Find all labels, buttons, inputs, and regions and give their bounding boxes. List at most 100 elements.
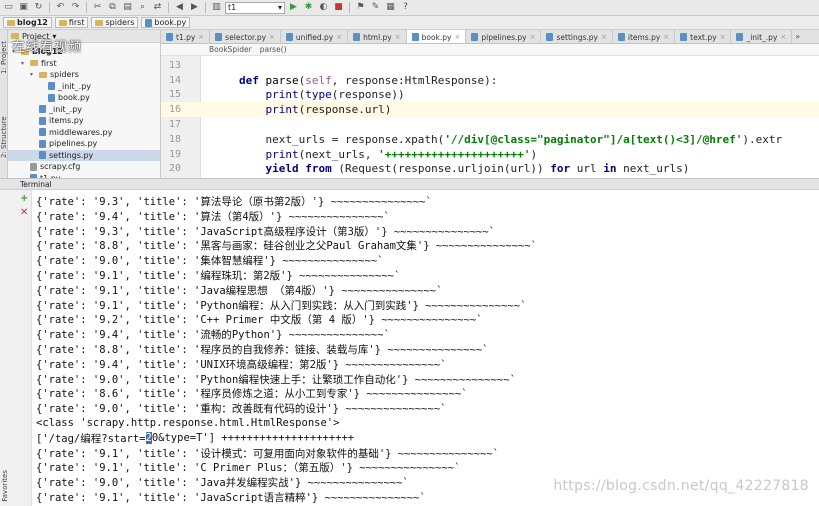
breadcrumb-item[interactable]: spiders [91, 17, 139, 28]
structure-icon[interactable]: ▦ [384, 2, 397, 14]
build-icon[interactable]: ▥ [210, 2, 223, 14]
open-folder-icon[interactable]: ▭ [2, 2, 15, 14]
terminal-sidebar: + ✕ Favorites [0, 190, 32, 506]
editor-tab[interactable]: book.py × [406, 30, 467, 43]
tree-item[interactable]: items.py [8, 115, 160, 127]
editor-tab[interactable]: t1.py × [161, 30, 211, 43]
close-tab-icon[interactable]: × [395, 33, 401, 41]
editor-tab[interactable]: unified.py × [281, 30, 349, 43]
terminal-line: {'rate': '9.4', 'title': '流畅的Python'} ~~… [36, 329, 390, 342]
tree-item[interactable]: ▾ spiders [8, 69, 160, 81]
tree-item[interactable]: book.py [8, 92, 160, 104]
vcs-icon[interactable]: ⚑ [354, 2, 367, 14]
sync-icon[interactable]: ↻ [32, 2, 45, 14]
tree-item[interactable]: settings.py [8, 149, 160, 161]
close-tab-icon[interactable]: × [720, 33, 726, 41]
debug-icon[interactable]: ✱ [302, 2, 315, 14]
code-line[interactable]: 13 [161, 58, 819, 73]
terminal-text: 0&type=T'] +++++++++++++++++++++ [151, 432, 355, 445]
terminal-line: {'rate': '9.1', 'title': '编程珠玑：第2版'} ~~~… [36, 269, 401, 282]
terminal-title[interactable]: Terminal [20, 180, 52, 189]
python-file-icon [48, 82, 55, 91]
editor-crumb[interactable]: parse() [260, 45, 287, 54]
stop-icon[interactable]: ■ [332, 2, 345, 14]
undo-icon[interactable]: ↶ [54, 2, 67, 14]
close-tab-icon[interactable]: × [454, 33, 460, 41]
help-icon[interactable]: ? [399, 2, 412, 14]
close-tab-icon[interactable]: × [663, 33, 669, 41]
editor-tab[interactable]: text.py × [675, 30, 732, 43]
tree-item[interactable]: scrapy.cfg [8, 161, 160, 173]
editor-tab[interactable]: selector.py × [210, 30, 281, 43]
tree-item-label: items.py [49, 116, 84, 126]
expand-caret-icon[interactable]: ▾ [21, 60, 27, 67]
tab-overflow-icon[interactable]: » [792, 30, 803, 43]
chevron-down-icon: ▾ [277, 3, 282, 12]
python-file-icon [353, 33, 361, 41]
terminal-output[interactable]: + ✕ Favorites https://blog.csdn.net/qq_4… [0, 190, 819, 506]
tree-item[interactable]: _init_.py [8, 81, 160, 93]
back-icon[interactable]: ◀ [173, 2, 186, 14]
run-icon[interactable]: ▶ [287, 2, 300, 14]
code-line[interactable]: 20 yield from (Request(response.urljoin(… [161, 162, 819, 177]
paste-icon[interactable]: ▤ [121, 2, 134, 14]
python-file-icon [617, 33, 625, 41]
code-line[interactable]: 18 next_urls = response.xpath('//div[@cl… [161, 132, 819, 147]
tree-item[interactable]: pipelines.py [8, 138, 160, 150]
python-file-icon [411, 33, 419, 41]
forward-icon[interactable]: ▶ [188, 2, 201, 14]
close-session-icon[interactable]: ✕ [20, 207, 28, 218]
code-line[interactable]: 17 [161, 117, 819, 132]
breadcrumb-item[interactable]: blog12 [3, 17, 52, 28]
structure-tool-tab[interactable]: 2: Structure [0, 110, 8, 158]
cut-icon[interactable]: ✂ [91, 2, 104, 14]
close-tab-icon[interactable]: × [530, 33, 536, 41]
breadcrumb-label: book.py [154, 18, 187, 27]
breadcrumb-item[interactable]: book.py [141, 17, 191, 28]
save-icon[interactable]: ▣ [17, 2, 30, 14]
toolbar-divider [168, 2, 169, 13]
folder-icon [39, 71, 47, 78]
coverage-icon[interactable]: ◐ [317, 2, 330, 14]
editor-tab[interactable]: settings.py × [541, 30, 613, 43]
code-line[interactable]: 14 def parse(self, response:HtmlResponse)… [161, 73, 819, 88]
breadcrumb-item[interactable]: first [54, 17, 89, 28]
favorites-tool-tab[interactable]: Favorites [1, 470, 9, 502]
python-file-icon [736, 33, 744, 41]
close-tab-icon[interactable]: × [269, 33, 275, 41]
tree-item[interactable]: ▾ first [8, 58, 160, 70]
settings-icon[interactable]: ✎ [369, 2, 382, 14]
replace-icon[interactable]: ⇄ [151, 2, 164, 14]
close-tab-icon[interactable]: × [780, 33, 786, 41]
code-line[interactable]: 16 print(response.url) [161, 102, 819, 118]
tree-item[interactable]: _init_.py [8, 104, 160, 116]
code-line[interactable]: 15 print(type(response)) [161, 88, 819, 103]
close-tab-icon[interactable]: × [601, 33, 607, 41]
editor-tab[interactable]: _init_.py × [731, 30, 793, 43]
new-session-icon[interactable]: + [20, 193, 28, 204]
line-number: 13 [168, 59, 181, 71]
editor-tab[interactable]: items.py × [613, 30, 676, 43]
run-config-select[interactable]: t1 ▾ [225, 1, 285, 14]
close-tab-icon[interactable]: × [336, 33, 342, 41]
close-tab-icon[interactable]: × [198, 33, 204, 41]
editor-tab-label: items.py [627, 32, 661, 42]
ide-window: ▭ ▣ ↻ ↶ ↷ ✂ ⧉ ▤ ⌕ ⇄ ◀ ▶ ▥ t1 ▾ ▶ ✱ ◐ ■ ⚑… [0, 0, 819, 506]
code-editor[interactable]: 13 14 def parse(self, response:HtmlRespons… [161, 56, 819, 178]
find-icon[interactable]: ⌕ [136, 2, 149, 14]
project-tool-tab[interactable]: 1: Project [0, 34, 8, 74]
breadcrumb-label: spiders [105, 18, 135, 27]
csdn-watermark: https://blog.csdn.net/qq_42227818 [553, 478, 809, 494]
expand-caret-icon[interactable]: ▾ [30, 71, 36, 78]
tree-item[interactable]: middlewares.py [8, 127, 160, 139]
editor-tab[interactable]: html.py × [348, 30, 407, 43]
redo-icon[interactable]: ↷ [69, 2, 82, 14]
code-line[interactable]: 19 print(next_urls, '+++++++++++++++++++… [161, 147, 819, 162]
copy-icon[interactable]: ⧉ [106, 2, 119, 14]
code-text: print(next_urls, '+++++++++++++++++++++'… [265, 147, 538, 161]
python-file-icon [39, 151, 46, 160]
editor-crumb[interactable]: BookSpider [209, 45, 252, 54]
editor-tab[interactable]: pipelines.py × [466, 30, 542, 43]
tree-item-label: _init_.py [58, 81, 92, 91]
terminal-line: {'rate': '9.0', 'title': '重构：改善既有代码的设计'}… [36, 403, 447, 416]
